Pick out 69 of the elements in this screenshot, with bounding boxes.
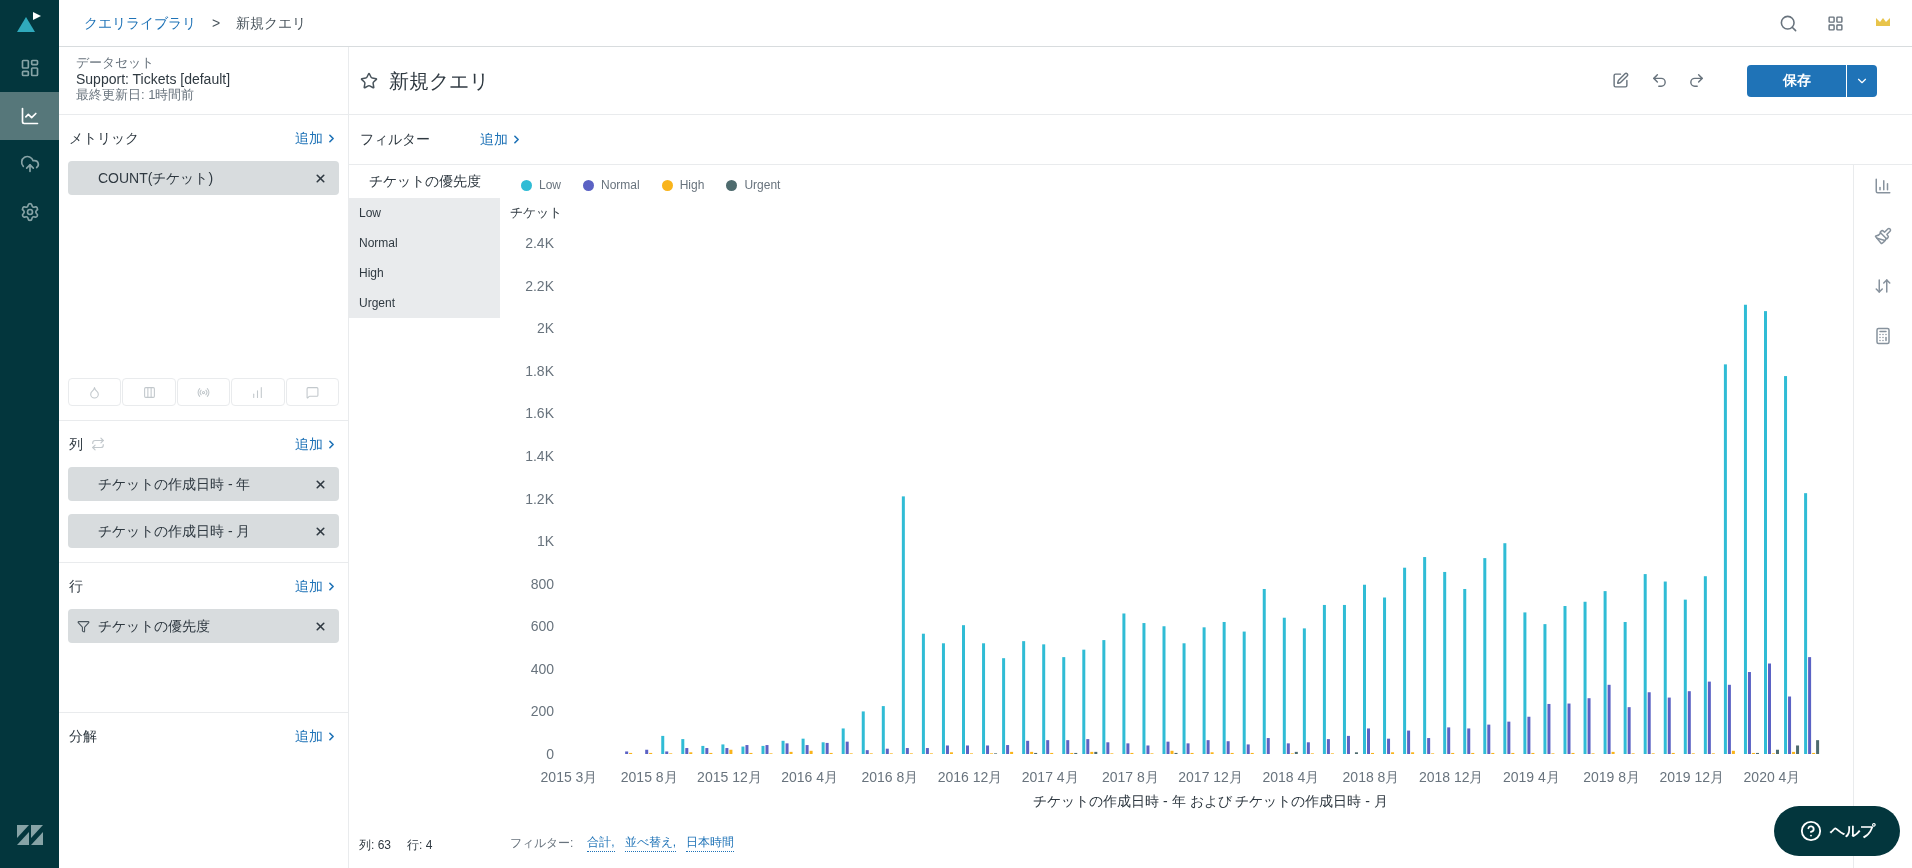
query-title: 新規クエリ [389,68,489,94]
add-link[interactable]: 追加 [480,129,523,150]
field-chip[interactable]: チケットの作成日時 - 年 [68,467,339,501]
field-chip[interactable]: チケットの作成日時 - 月 [68,514,339,548]
status-count: 列: 63 [359,837,391,854]
y-tick-label: 2.4K [525,235,554,251]
x-tick-label: 2017 4月 [1021,769,1079,785]
x-tick-label: 2018 4月 [1262,769,1320,785]
add-link[interactable]: 追加 [295,725,338,747]
y-tick-label: 0 [546,746,554,762]
x-axis-title: チケットの作成日時 - 年 および チケットの作成日時 - 月 [1033,793,1388,809]
dataset-heading: データセット [76,55,155,71]
filter-label: フィルター [360,130,431,149]
save-button[interactable]: 保存 [1747,64,1846,97]
dataset-name: Support: Tickets [default] [76,71,232,87]
section-title: 列 [69,434,83,454]
x-tick-label: 2016 12月 [937,769,1003,785]
x-tick-label: 2019 12月 [1659,769,1725,785]
footer-link[interactable]: 日本時間 [686,833,735,852]
add-link[interactable]: 追加 [295,127,338,149]
y-tick-label: 600 [530,618,554,635]
x-tick-label: 2015 3月 [540,769,598,785]
y-tick-label: 1.2K [525,490,554,507]
x-tick-label: 2019 8月 [1583,769,1640,785]
priority-item: Low [358,205,382,222]
section-title: メトリック [69,128,139,148]
footer-link[interactable]: 合計, [587,833,615,852]
y-tick-label: 2K [536,320,554,337]
priority-item: Normal [358,235,399,252]
footer-link[interactable]: 並べ替え, [624,833,677,852]
legend-label: Urgent [744,177,781,194]
footer-filter-label: フィルター: [510,834,574,852]
x-tick-label: 2019 4月 [1503,769,1560,785]
priority-item: Urgent [358,295,397,312]
field-chip[interactable]: チケットの優先度 [68,609,339,643]
field-chip[interactable]: COUNT(チケット) [68,161,339,195]
x-tick-label: 2016 4月 [781,769,838,785]
help-button[interactable]: ヘルプ [1774,806,1900,856]
section-title: 行 [69,576,83,596]
legend-label: High [679,177,705,194]
y-tick-label: 1.6K [525,405,554,422]
breadcrumb-separator: > [212,13,221,33]
y-tick-label: 1.4K [525,447,554,464]
status-count: 行: 4 [407,837,433,854]
x-tick-label: 2020 4月 [1743,769,1801,785]
x-tick-label: 2015 12月 [697,769,762,785]
x-tick-label: 2015 8月 [620,769,678,785]
x-tick-label: 2017 8月 [1102,769,1159,785]
breadcrumb-link[interactable]: クエリライブラリ [84,12,196,34]
dataset-updated: 最終更新日: 1時間前 [76,87,196,103]
y-tick-label: 1K [536,533,554,550]
legend-label: Normal [601,177,640,194]
priority-item: High [358,265,385,282]
legend-label: Low [539,177,561,194]
y-tick-label: 2.2K [525,277,554,294]
add-link[interactable]: 追加 [295,433,338,455]
priority-panel-title: チケットの優先度 [367,172,482,191]
x-tick-label: 2018 12月 [1418,769,1484,785]
y-axis-title: チケット [510,204,562,222]
section-title: 分解 [69,726,97,746]
x-tick-label: 2018 8月 [1342,769,1400,785]
x-tick-label: 2017 12月 [1178,769,1243,785]
add-link[interactable]: 追加 [295,575,338,597]
y-tick-label: 200 [530,703,554,720]
y-tick-label: 800 [530,575,554,592]
breadcrumb-current: 新規クエリ [236,13,307,33]
y-tick-label: 1.8K [525,362,554,379]
y-tick-label: 400 [530,660,554,677]
x-tick-label: 2016 8月 [861,769,919,785]
